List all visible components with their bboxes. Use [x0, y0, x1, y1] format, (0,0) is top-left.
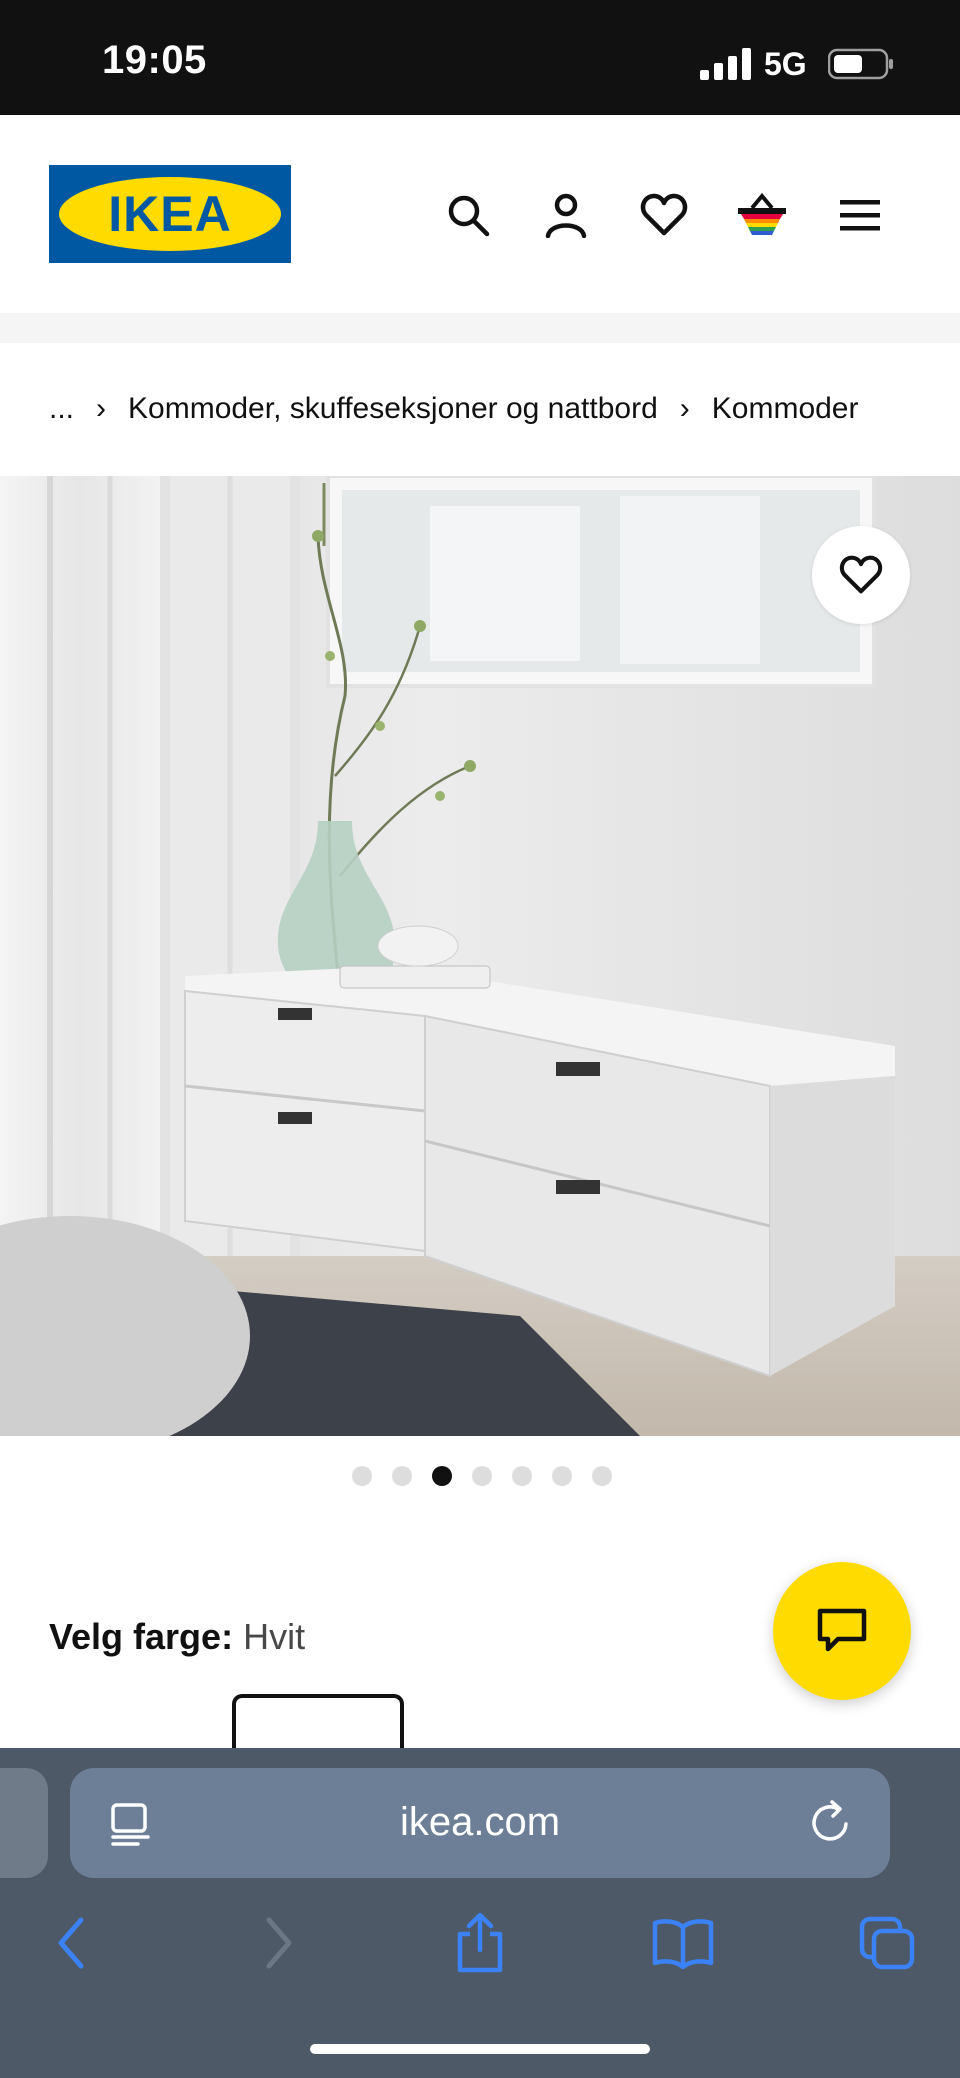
- cart-icon[interactable]: [734, 187, 790, 243]
- heart-icon: [839, 555, 883, 594]
- color-label-title: Velg farge:: [49, 1616, 234, 1657]
- carousel-dot-1[interactable]: [352, 1466, 372, 1486]
- tabs-icon[interactable]: [852, 1908, 922, 1978]
- breadcrumb-ellipsis[interactable]: ...: [49, 392, 74, 426]
- reload-icon[interactable]: [808, 1798, 856, 1848]
- ikea-logo[interactable]: IKEA: [49, 165, 291, 263]
- carousel-dot-6[interactable]: [552, 1466, 572, 1486]
- battery-icon: [828, 48, 893, 80]
- browser-toolbar: ikea.com: [0, 1748, 960, 2078]
- bookmarks-icon[interactable]: [648, 1908, 718, 1978]
- breadcrumb: ... › Kommoder, skuffeseksjoner og nattb…: [49, 344, 858, 474]
- color-selector-label: Velg farge: Hvit: [49, 1616, 305, 1658]
- signal-icon: [700, 48, 751, 80]
- address-bar[interactable]: ikea.com: [70, 1768, 890, 1878]
- share-icon[interactable]: [445, 1908, 515, 1978]
- carousel-dot-4[interactable]: [472, 1466, 492, 1486]
- menu-icon[interactable]: [832, 187, 888, 243]
- status-bar: 19:05 5G: [0, 0, 960, 115]
- carousel-dot-3[interactable]: [432, 1466, 452, 1486]
- color-label-value: Hvit: [243, 1616, 306, 1657]
- back-icon[interactable]: [36, 1908, 106, 1978]
- url-text: ikea.com: [399, 1800, 561, 1844]
- add-to-favourites-button[interactable]: [812, 526, 910, 624]
- breadcrumb-item-category[interactable]: Kommoder, skuffeseksjoner og nattbord: [128, 392, 658, 426]
- chevron-right-icon: ›: [679, 392, 690, 425]
- search-icon[interactable]: [440, 187, 496, 243]
- carousel-dot-5[interactable]: [512, 1466, 532, 1486]
- home-indicator: [310, 2044, 650, 2054]
- previous-tab-peek[interactable]: [0, 1768, 48, 1878]
- carousel-dot-2[interactable]: [392, 1466, 412, 1486]
- product-photo-illustration: [0, 476, 960, 1436]
- chat-icon: [817, 1608, 867, 1652]
- network-label: 5G: [764, 46, 807, 82]
- forward-icon[interactable]: [244, 1908, 314, 1978]
- favourites-icon[interactable]: [636, 187, 692, 243]
- chevron-right-icon: ›: [96, 392, 107, 425]
- status-time: 19:05: [102, 38, 207, 82]
- header-divider: [0, 313, 960, 343]
- logo-text: IKEA: [108, 186, 232, 242]
- carousel-indicator: [352, 1466, 612, 1486]
- chat-button[interactable]: [773, 1562, 911, 1700]
- logo-oval: IKEA: [59, 177, 281, 251]
- site-header: IKEA: [0, 115, 960, 313]
- carousel-dot-7[interactable]: [592, 1466, 612, 1486]
- breadcrumb-item-current[interactable]: Kommoder: [712, 392, 859, 426]
- account-icon[interactable]: [538, 187, 594, 243]
- product-image[interactable]: [0, 476, 960, 1436]
